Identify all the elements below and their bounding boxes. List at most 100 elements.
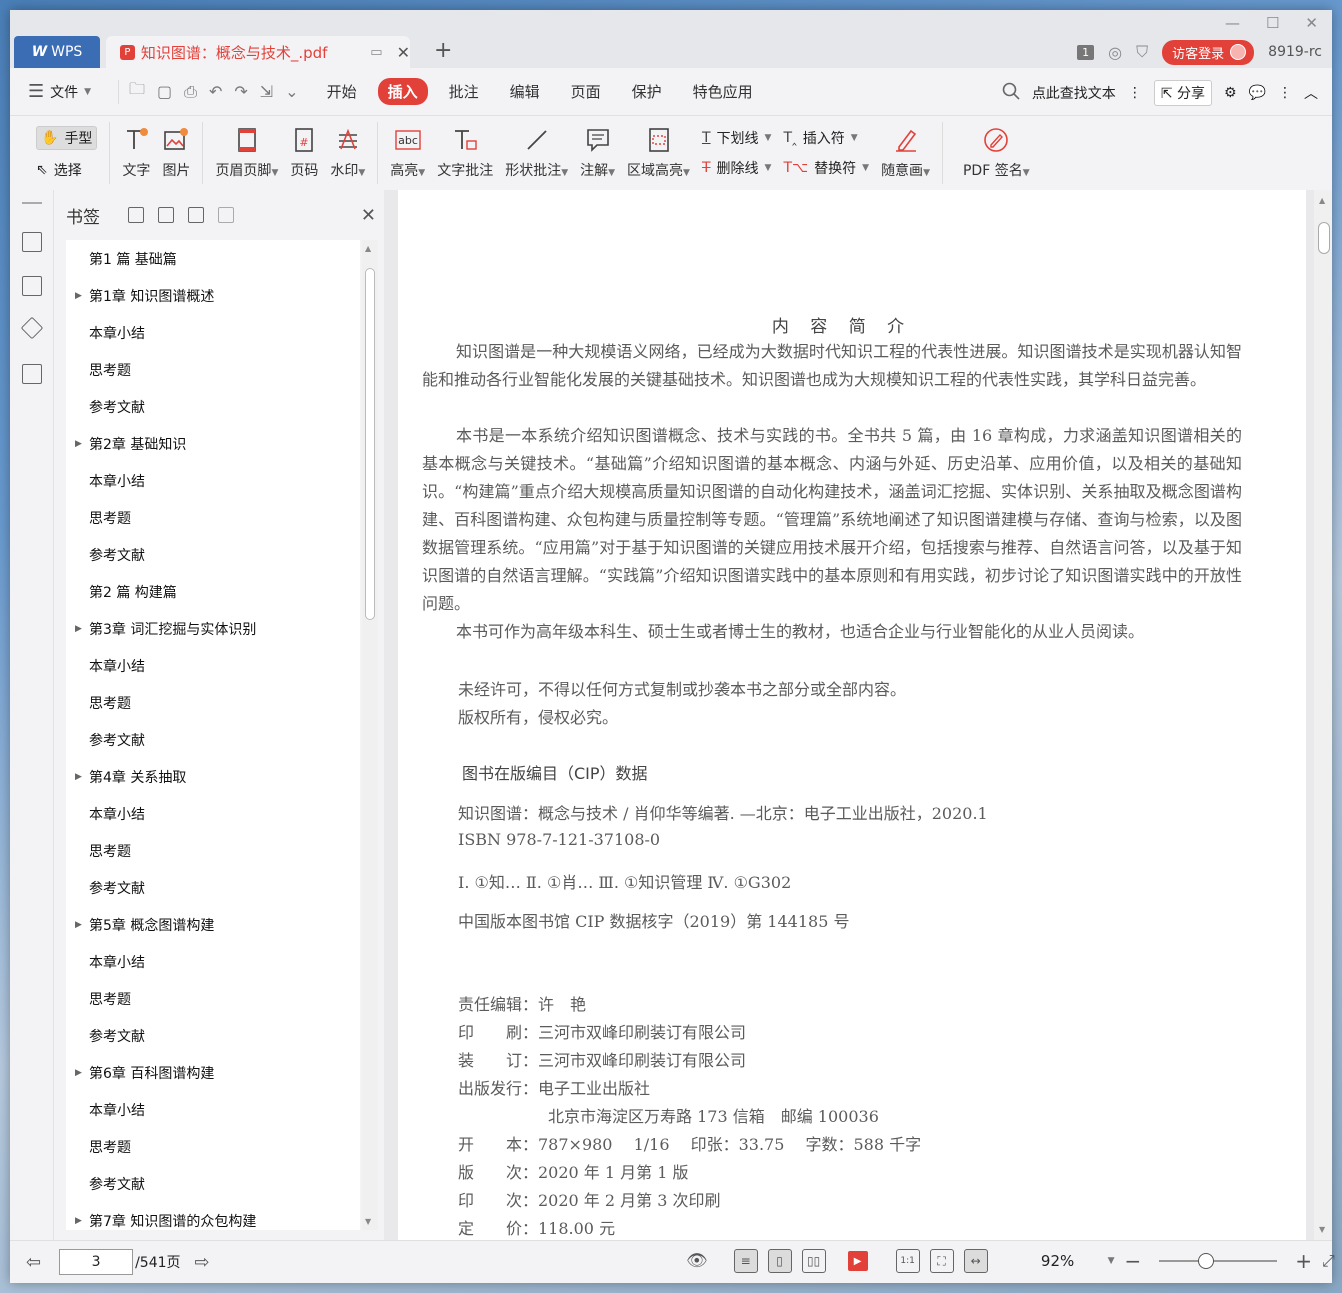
text-comment-button[interactable]: 文字批注 — [431, 126, 499, 180]
insert-image-button[interactable]: 图片 — [156, 126, 196, 180]
scroll-up-icon[interactable]: ▲ — [365, 244, 371, 253]
zoom-out-icon[interactable]: − — [1125, 1249, 1142, 1273]
insert-text-button[interactable]: 文字 — [116, 126, 156, 180]
page-number-input[interactable]: 3 — [59, 1249, 134, 1275]
zoom-in-icon[interactable]: + — [1295, 1249, 1312, 1273]
document-scroll-thumb[interactable] — [1318, 222, 1330, 254]
bookmark-scrollbar[interactable]: ▲ ▼ — [362, 240, 378, 1230]
bookmark-scroll-thumb[interactable] — [365, 268, 375, 620]
collapse-all-icon[interactable] — [158, 207, 174, 223]
sync-icon[interactable]: ◎ — [1108, 43, 1122, 62]
maximize-icon[interactable]: ☐ — [1266, 14, 1279, 32]
expand-arrow-icon[interactable]: ▶ — [75, 772, 82, 782]
tab-protect[interactable]: 保护 — [622, 78, 672, 105]
bookmark-item[interactable]: ▶ 第1章 知识图谱概述 — [66, 277, 360, 314]
pdf-sign-button[interactable]: PDF 签名▼ — [949, 126, 1036, 180]
play-slideshow-icon[interactable]: ▶ — [847, 1251, 868, 1271]
bookmark-item[interactable]: 本章小结 — [66, 314, 360, 351]
replace-mark-button[interactable]: T⌥ 替换符 ▼ — [783, 158, 869, 178]
bookmark-item[interactable]: 参考文献 — [66, 721, 360, 758]
watermark-button[interactable]: 水印▼ — [324, 126, 371, 180]
bookmark-item[interactable]: ▶ 第6章 百科图谱构建 — [66, 1054, 360, 1091]
collapse-ribbon-icon[interactable]: ︿ — [1304, 83, 1318, 103]
export-icon[interactable]: ⇲ — [260, 82, 273, 101]
shape-comment-button[interactable]: 形状批注▼ — [499, 126, 574, 180]
customize-chevron-icon[interactable]: ⌄ — [285, 82, 298, 101]
bookmark-item[interactable]: ▶ 第5章 概念图谱构建 — [66, 906, 360, 943]
close-window-icon[interactable]: ✕ — [1305, 14, 1318, 32]
pin-window-icon[interactable]: ▭ — [370, 45, 382, 60]
bookmark-item[interactable]: 思考题 — [66, 832, 360, 869]
minimize-icon[interactable]: — — [1225, 14, 1240, 32]
bookmark-item[interactable]: ▶ 第7章 知识图谱的众包构建 — [66, 1202, 360, 1230]
hand-tool-button[interactable]: ✋ 手型 — [36, 126, 98, 150]
window-count-badge[interactable]: 1 — [1077, 44, 1095, 60]
undo-icon[interactable]: ↶ — [209, 82, 222, 101]
search-icon[interactable] — [1002, 82, 1020, 104]
two-page-view-icon[interactable]: ▯▯ — [801, 1249, 826, 1273]
settings-gear-icon[interactable]: ⚙ — [1224, 85, 1237, 101]
bookmark-item[interactable]: 参考文献 — [66, 869, 360, 906]
bookmark-item[interactable]: 思考题 — [66, 684, 360, 721]
bookmark-item[interactable]: 参考文献 — [66, 1165, 360, 1202]
expand-arrow-icon[interactable]: ▶ — [75, 439, 82, 449]
zoom-dropdown-icon[interactable]: ▼ — [1108, 1256, 1115, 1266]
thumbnail-image-icon[interactable] — [22, 276, 42, 296]
document-scrollbar[interactable]: ▲ ▼ — [1314, 190, 1332, 1240]
header-footer-button[interactable]: 页眉页脚▼ — [209, 126, 284, 180]
zoom-slider[interactable] — [1159, 1253, 1278, 1269]
bookmark-item[interactable]: 参考文献 — [66, 1017, 360, 1054]
expand-arrow-icon[interactable]: ▶ — [75, 1216, 82, 1226]
doc-scroll-up-icon[interactable]: ▲ — [1319, 196, 1325, 205]
more-vertical-icon[interactable]: ⋮ — [1128, 85, 1142, 101]
close-tab-icon[interactable]: ✕ — [397, 43, 410, 62]
bookmark-item[interactable]: 本章小结 — [66, 462, 360, 499]
tab-start[interactable]: 开始 — [317, 78, 367, 105]
redo-icon[interactable]: ↷ — [234, 82, 247, 101]
open-folder-icon[interactable]: 🗀 — [129, 78, 145, 105]
expand-arrow-icon[interactable]: ▶ — [75, 624, 82, 634]
share-button[interactable]: ⇱ 分享 — [1153, 80, 1212, 106]
actual-size-icon[interactable]: 1:1 — [895, 1249, 920, 1273]
print-icon[interactable]: ⎙ — [184, 82, 197, 102]
bookmark-item[interactable]: 第2 篇 构建篇 — [66, 573, 360, 610]
bookmark-item[interactable]: ▶ 第2章 基础知识 — [66, 425, 360, 462]
next-page-icon[interactable]: ⇨ — [195, 1252, 210, 1273]
more-options-icon[interactable]: ⋮ — [1278, 85, 1292, 101]
bookmark-item[interactable]: 第1 篇 基础篇 — [66, 240, 360, 277]
bookmark-item[interactable]: ▶ 第3章 词汇挖掘与实体识别 — [66, 610, 360, 647]
underline-button[interactable]: T 下划线 ▼ — [702, 128, 771, 148]
eye-protection-icon[interactable]: 👁 — [686, 1251, 708, 1271]
new-tab-button[interactable]: + — [434, 38, 452, 63]
bookmark-item[interactable]: 参考文献 — [66, 388, 360, 425]
expand-arrow-icon[interactable]: ▶ — [75, 1068, 82, 1078]
note-button[interactable]: 注解▼ — [574, 126, 621, 180]
bookmark-item[interactable]: 思考题 — [66, 1128, 360, 1165]
prev-page-icon[interactable]: ⇦ — [26, 1252, 41, 1273]
highlight-button[interactable]: abc 高亮▼ — [384, 126, 431, 180]
bookmark-item[interactable]: 思考题 — [66, 980, 360, 1017]
continuous-view-icon[interactable]: ≡ — [733, 1249, 758, 1273]
find-text-button[interactable]: 点此查找文本 — [1032, 83, 1116, 103]
close-panel-icon[interactable]: ✕ — [361, 205, 376, 226]
expand-arrow-icon[interactable]: ▶ — [75, 291, 82, 301]
annotation-tag-icon[interactable] — [20, 316, 44, 340]
fullscreen-icon[interactable]: ⤢ — [1322, 1251, 1335, 1271]
rail-drag-handle[interactable] — [22, 202, 42, 204]
page-number-button[interactable]: # 页码 — [284, 126, 324, 180]
area-highlight-button[interactable]: 区域高亮▼ — [621, 126, 696, 180]
zoom-slider-knob[interactable] — [1198, 1253, 1215, 1269]
file-menu[interactable]: ☰ 文件 ▼ — [10, 81, 118, 102]
bookmark-item[interactable]: 本章小结 — [66, 943, 360, 980]
strikethrough-button[interactable]: T 删除线 ▼ — [702, 158, 771, 178]
bookmark-item[interactable]: 思考题 — [66, 351, 360, 388]
login-button[interactable]: 访客登录 — [1162, 39, 1255, 65]
tab-special-apps[interactable]: 特色应用 — [683, 78, 763, 105]
delete-bookmark-icon[interactable] — [218, 207, 234, 223]
tab-page[interactable]: 页面 — [561, 78, 611, 105]
bookmark-list-icon[interactable] — [22, 232, 42, 252]
insert-mark-button[interactable]: T‸ 插入符 ▼ — [783, 128, 869, 148]
doc-scroll-down-icon[interactable]: ▼ — [1319, 1225, 1325, 1234]
tab-edit[interactable]: 编辑 — [500, 78, 550, 105]
bookmark-item[interactable]: ▶ 第4章 关系抽取 — [66, 758, 360, 795]
